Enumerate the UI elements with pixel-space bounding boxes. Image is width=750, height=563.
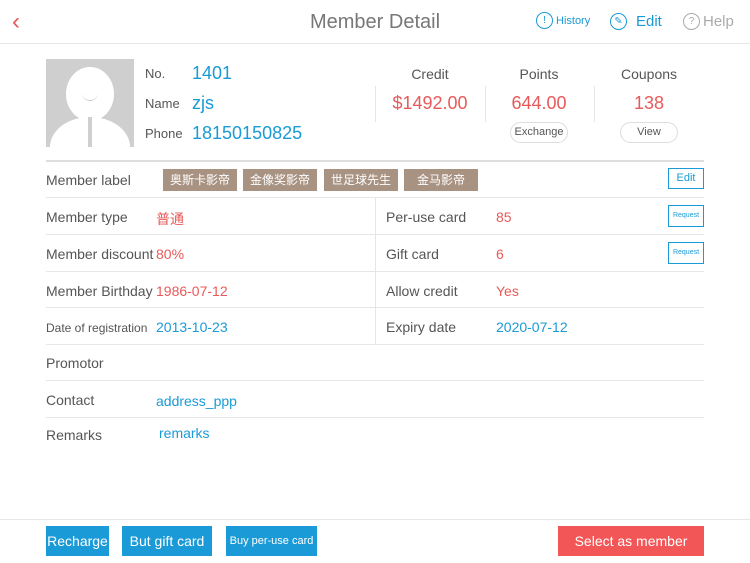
member-label-title: Member label <box>46 172 131 188</box>
recharge-button[interactable]: Recharge <box>46 526 109 556</box>
divider <box>46 417 704 418</box>
edit-label: Edit <box>636 13 662 30</box>
request-gift-card-button[interactable]: Request <box>668 242 704 264</box>
expiry-label: Expiry date <box>386 319 457 335</box>
divider <box>46 380 704 381</box>
remarks-label: Remarks <box>46 427 103 443</box>
per-use-value: 85 <box>496 209 512 225</box>
member-tag: 世足球先生 <box>324 169 399 191</box>
gift-card-value: 6 <box>496 246 504 262</box>
birthday-value: 1986-07-12 <box>156 283 228 299</box>
divider <box>46 271 704 272</box>
member-tag: 金马影帝 <box>404 169 479 191</box>
contact-value: address_ppp <box>156 393 237 409</box>
points-label: Points <box>519 66 559 82</box>
divider <box>46 344 704 345</box>
view-coupons-button[interactable]: View <box>620 122 678 143</box>
request-per-use-button[interactable]: Request <box>668 205 704 227</box>
no-label: No. <box>145 66 166 81</box>
discount-value: 80% <box>156 246 185 262</box>
question-icon: ? <box>683 13 700 30</box>
coupons-value: 138 <box>633 93 665 113</box>
discount-label: Member discount <box>46 246 154 262</box>
member-type-value: 普通 <box>156 211 184 227</box>
registration-value: 2013-10-23 <box>156 319 228 335</box>
credit-value: $1492.00 <box>392 93 468 113</box>
avatar <box>46 59 134 147</box>
points-value: 644.00 <box>511 93 567 113</box>
member-tag: 金像奖影帝 <box>243 169 318 191</box>
edit-button[interactable]: ✎ Edit <box>610 13 662 30</box>
member-type-label: Member type <box>46 209 128 225</box>
per-use-label: Per-use card <box>386 209 467 225</box>
edit-labels-button[interactable]: Edit <box>668 168 704 189</box>
member-no: 1401 <box>192 63 233 83</box>
member-name: zjs <box>192 93 214 113</box>
member-phone: 18150150825 <box>192 123 303 143</box>
member-tag: 奥斯卡影帝 <box>163 169 238 191</box>
divider <box>46 160 704 162</box>
contact-label: Contact <box>46 392 95 408</box>
history-button[interactable]: ! History <box>536 12 590 29</box>
divider <box>375 86 376 122</box>
allow-credit-label: Allow credit <box>386 283 458 299</box>
gift-card-label: Gift card <box>386 246 439 262</box>
clock-icon: ! <box>536 12 553 29</box>
credit-label: Credit <box>411 66 449 82</box>
buy-gift-card-button[interactable]: But gift card <box>122 526 212 556</box>
divider <box>46 307 704 308</box>
history-label: History <box>556 14 591 27</box>
exchange-button[interactable]: Exchange <box>510 122 568 143</box>
birthday-label: Member Birthday <box>46 283 153 299</box>
registration-label: Date of registration <box>46 321 148 335</box>
coupons-label: Coupons <box>620 66 678 82</box>
phone-label: Phone <box>145 126 183 141</box>
divider <box>46 234 704 235</box>
buy-per-use-card-button[interactable]: Buy per-use card <box>226 526 317 556</box>
select-as-member-button[interactable]: Select as member <box>558 526 704 556</box>
remarks-value: remarks <box>159 425 210 441</box>
name-label: Name <box>145 96 180 111</box>
help-label: Help <box>703 13 734 30</box>
expiry-value: 2020-07-12 <box>496 319 568 335</box>
allow-credit-value: Yes <box>496 283 519 299</box>
pencil-icon: ✎ <box>610 13 627 30</box>
promotor-label: Promotor <box>46 355 104 371</box>
help-button[interactable]: ? Help <box>683 13 734 30</box>
